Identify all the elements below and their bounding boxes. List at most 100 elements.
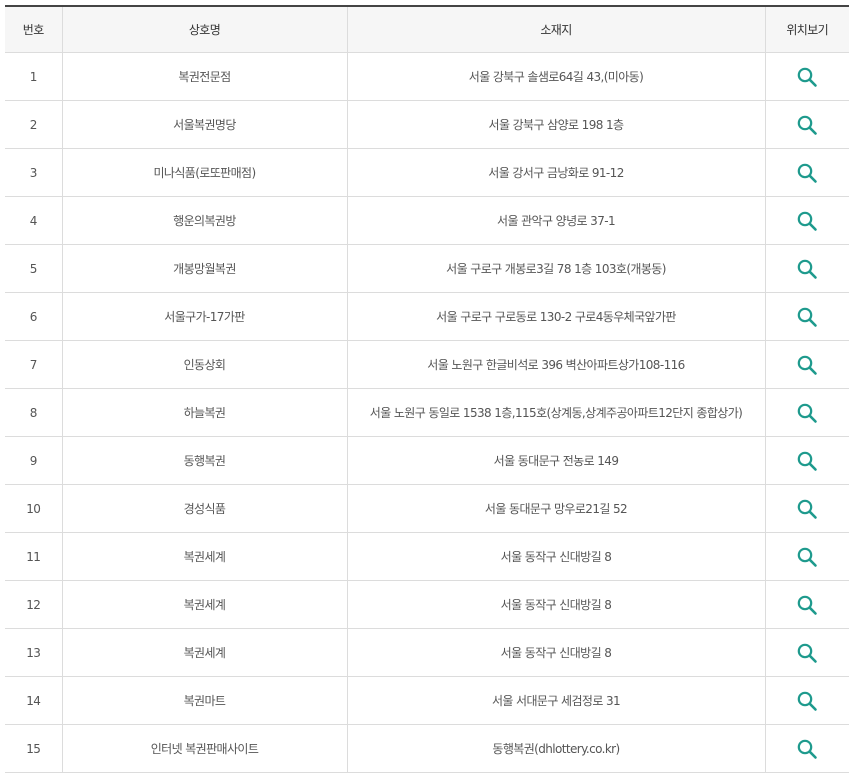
- view-location-button[interactable]: [796, 306, 818, 328]
- row-store-name: 개봉망월복권: [62, 244, 348, 293]
- search-icon: [797, 355, 818, 375]
- view-location-button[interactable]: [796, 738, 818, 760]
- row-number: 1: [5, 52, 63, 101]
- search-icon: [797, 67, 818, 87]
- row-number: 14: [5, 676, 63, 725]
- table-row: 1 복권전문점 서울 강북구 솔샘로64길 43,(미아동): [5, 52, 849, 101]
- view-location-button[interactable]: [796, 498, 818, 520]
- table-row: 13 복권세계 서울 동작구 신대방길 8: [5, 628, 849, 677]
- row-address: 서울 구로구 구로동로 130-2 구로4동우체국앞가판: [347, 292, 766, 341]
- view-location-button[interactable]: [796, 546, 818, 568]
- table-row: 5 개봉망월복권 서울 구로구 개봉로3길 78 1층 103호(개봉동): [5, 244, 849, 293]
- row-store-name: 복권세계: [62, 580, 348, 629]
- view-location-button[interactable]: [796, 450, 818, 472]
- table-row: 2 서울복권명당 서울 강북구 삼양로 198 1층: [5, 100, 849, 149]
- search-icon: [797, 451, 818, 471]
- view-location-button[interactable]: [796, 66, 818, 88]
- table-row: 14 복권마트 서울 서대문구 세검정로 31: [5, 676, 849, 725]
- view-location-button[interactable]: [796, 690, 818, 712]
- row-address: 서울 동대문구 전농로 149: [347, 436, 766, 485]
- table-row: 4 행운의복권방 서울 관악구 양녕로 37-1: [5, 196, 849, 245]
- search-icon: [797, 595, 818, 615]
- table-row: 6 서울구가-17가판 서울 구로구 구로동로 130-2 구로4동우체국앞가판: [5, 292, 849, 341]
- view-location-button[interactable]: [796, 162, 818, 184]
- row-number: 11: [5, 532, 63, 581]
- row-store-name: 인동상회: [62, 340, 348, 389]
- row-location-cell: [765, 244, 849, 293]
- row-location-cell: [765, 724, 849, 773]
- view-location-button[interactable]: [796, 114, 818, 136]
- table-body: 1 복권전문점 서울 강북구 솔샘로64길 43,(미아동) 2 서울복권명당 …: [5, 52, 849, 773]
- row-location-cell: [765, 292, 849, 341]
- row-address: 서울 동대문구 망우로21길 52: [347, 484, 766, 533]
- row-address: 서울 강북구 삼양로 198 1층: [347, 100, 766, 149]
- view-location-button[interactable]: [796, 402, 818, 424]
- row-location-cell: [765, 148, 849, 197]
- search-icon: [797, 115, 818, 135]
- row-address: 서울 동작구 신대방길 8: [347, 532, 766, 581]
- table-header-row: 번호 상호명 소재지 위치보기: [5, 6, 849, 53]
- row-address: 동행복권(dhlottery.co.kr): [347, 724, 766, 773]
- row-address: 서울 관악구 양녕로 37-1: [347, 196, 766, 245]
- table-row: 15 인터넷 복권판매사이트 동행복권(dhlottery.co.kr): [5, 724, 849, 773]
- table-row: 11 복권세계 서울 동작구 신대방길 8: [5, 532, 849, 581]
- search-icon: [797, 739, 818, 759]
- row-location-cell: [765, 532, 849, 581]
- row-store-name: 하늘복권: [62, 388, 348, 437]
- search-icon: [797, 259, 818, 279]
- row-store-name: 복권전문점: [62, 52, 348, 101]
- search-icon: [797, 643, 818, 663]
- row-store-name: 경성식품: [62, 484, 348, 533]
- row-store-name: 인터넷 복권판매사이트: [62, 724, 348, 773]
- row-location-cell: [765, 388, 849, 437]
- row-address: 서울 강서구 금낭화로 91-12: [347, 148, 766, 197]
- row-location-cell: [765, 100, 849, 149]
- row-number: 2: [5, 100, 63, 149]
- search-icon: [797, 211, 818, 231]
- row-store-name: 서울복권명당: [62, 100, 348, 149]
- row-location-cell: [765, 436, 849, 485]
- row-location-cell: [765, 580, 849, 629]
- store-list-container: 번호 상호명 소재지 위치보기 1 복권전문점 서울 강북구 솔샘로64길 43…: [5, 5, 849, 773]
- view-location-button[interactable]: [796, 642, 818, 664]
- column-header-location: 위치보기: [765, 6, 849, 53]
- row-number: 10: [5, 484, 63, 533]
- row-number: 4: [5, 196, 63, 245]
- store-list-table: 번호 상호명 소재지 위치보기 1 복권전문점 서울 강북구 솔샘로64길 43…: [5, 5, 849, 773]
- search-icon: [797, 499, 818, 519]
- table-row: 8 하늘복권 서울 노원구 동일로 1538 1층,115호(상계동,상계주공아…: [5, 388, 849, 437]
- row-number: 13: [5, 628, 63, 677]
- row-store-name: 서울구가-17가판: [62, 292, 348, 341]
- row-store-name: 복권세계: [62, 628, 348, 677]
- row-store-name: 미나식품(로또판매점): [62, 148, 348, 197]
- row-number: 3: [5, 148, 63, 197]
- search-icon: [797, 403, 818, 423]
- row-location-cell: [765, 52, 849, 101]
- row-store-name: 행운의복권방: [62, 196, 348, 245]
- row-location-cell: [765, 196, 849, 245]
- row-address: 서울 노원구 한글비석로 396 벽산아파트상가108-116: [347, 340, 766, 389]
- row-store-name: 복권세계: [62, 532, 348, 581]
- row-store-name: 복권마트: [62, 676, 348, 725]
- column-header-store-name: 상호명: [62, 6, 348, 53]
- row-address: 서울 동작구 신대방길 8: [347, 580, 766, 629]
- view-location-button[interactable]: [796, 354, 818, 376]
- row-number: 15: [5, 724, 63, 773]
- search-icon: [797, 691, 818, 711]
- search-icon: [797, 547, 818, 567]
- view-location-button[interactable]: [796, 210, 818, 232]
- row-number: 12: [5, 580, 63, 629]
- row-location-cell: [765, 484, 849, 533]
- row-location-cell: [765, 676, 849, 725]
- row-store-name: 동행복권: [62, 436, 348, 485]
- row-location-cell: [765, 628, 849, 677]
- row-location-cell: [765, 340, 849, 389]
- table-row: 9 동행복권 서울 동대문구 전농로 149: [5, 436, 849, 485]
- search-icon: [797, 307, 818, 327]
- row-address: 서울 서대문구 세검정로 31: [347, 676, 766, 725]
- view-location-button[interactable]: [796, 258, 818, 280]
- table-row: 10 경성식품 서울 동대문구 망우로21길 52: [5, 484, 849, 533]
- view-location-button[interactable]: [796, 594, 818, 616]
- row-address: 서울 노원구 동일로 1538 1층,115호(상계동,상계주공아파트12단지 …: [347, 388, 766, 437]
- column-header-address: 소재지: [347, 6, 766, 53]
